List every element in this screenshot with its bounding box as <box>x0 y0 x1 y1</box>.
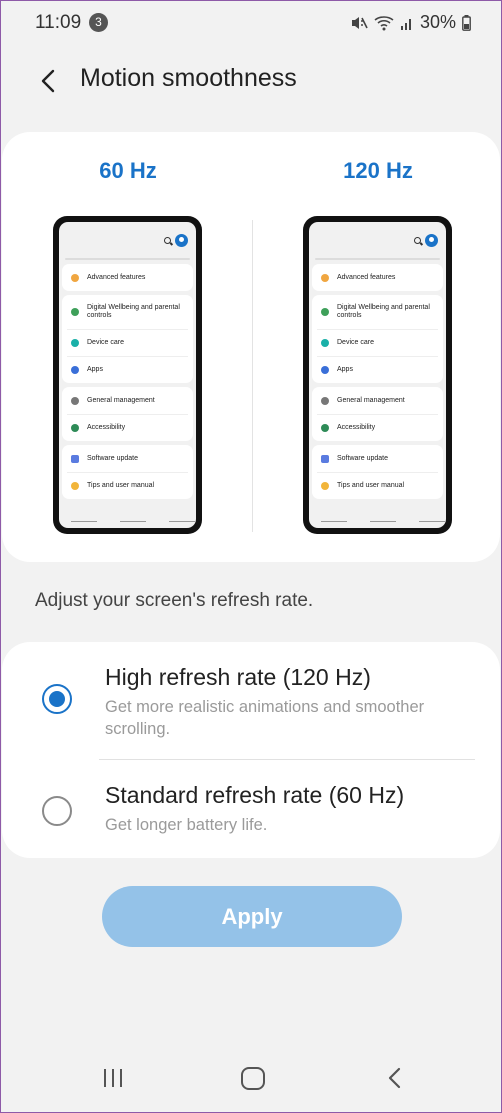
phone-item-label: Device care <box>337 339 374 346</box>
search-icon <box>414 237 421 244</box>
wellbeing-icon <box>321 308 329 316</box>
preview-label-60hz: 60 Hz <box>99 158 157 183</box>
phone-item-label: Tips and user manual <box>87 482 155 489</box>
notification-count-badge: 3 <box>89 13 108 32</box>
software-update-icon <box>71 454 79 463</box>
option-description: Get longer battery life. <box>105 816 268 834</box>
lightbulb-icon <box>71 482 79 490</box>
wifi-icon <box>374 15 394 31</box>
phone-screen: Advanced features Digital Wellbeing and … <box>59 222 196 528</box>
phone-item-label: Apps <box>337 366 353 373</box>
software-update-icon <box>321 454 329 463</box>
phone-item-label: Accessibility <box>337 424 376 431</box>
back-arrow-icon <box>41 69 55 93</box>
search-icon <box>164 237 171 244</box>
apps-icon <box>71 366 79 374</box>
navigation-bar <box>1 1051 501 1111</box>
wellbeing-icon <box>71 308 79 316</box>
avatar-icon <box>425 234 438 247</box>
sliders-icon <box>321 396 329 405</box>
home-icon[interactable] <box>241 1067 265 1090</box>
status-bar: 11:09 3 30% <box>1 1 501 45</box>
accessibility-icon <box>321 424 329 432</box>
phone-preview-120hz: Advanced features Digital Wellbeing and … <box>303 216 452 534</box>
phone-preview-60hz: Advanced features Digital Wellbeing and … <box>53 216 202 534</box>
phone-item-label: General management <box>87 396 155 404</box>
accessibility-icon <box>71 424 79 432</box>
option-description: Get more realistic animations and smooth… <box>105 698 425 738</box>
phone-item-label: General management <box>337 396 405 404</box>
status-icons: 30% <box>350 12 471 33</box>
refresh-rate-description: Adjust your screen's refresh rate. <box>35 590 314 611</box>
device-care-icon <box>321 339 329 347</box>
signal-icon <box>400 16 414 30</box>
page-title: Motion smoothness <box>80 64 297 92</box>
radio-standard-refresh-rate[interactable] <box>42 796 72 826</box>
preview-divider <box>252 220 253 532</box>
phone-item-label: Apps <box>87 366 103 373</box>
option-title: Standard refresh rate (60 Hz) <box>105 782 405 808</box>
radio-selected-dot <box>49 691 65 707</box>
lightbulb-icon <box>321 482 329 490</box>
apps-icon <box>321 366 329 374</box>
back-button[interactable] <box>29 63 65 99</box>
phone-item-label: Tips and user manual <box>337 482 405 489</box>
battery-icon <box>462 14 471 31</box>
option-high-refresh-rate[interactable]: High refresh rate (120 Hz) Get more real… <box>2 664 500 764</box>
refresh-rate-options: High refresh rate (120 Hz) Get more real… <box>2 642 500 858</box>
option-title: High refresh rate (120 Hz) <box>105 664 371 690</box>
phone-item-label: Software update <box>337 454 388 462</box>
phone-item-label: Digital Wellbeing and parental controls <box>87 304 180 319</box>
avatar-icon <box>175 234 188 247</box>
status-time: 11:09 <box>35 12 82 33</box>
phone-screen: Advanced features Digital Wellbeing and … <box>309 222 446 528</box>
radio-high-refresh-rate[interactable] <box>42 684 72 714</box>
phone-item-label: Advanced features <box>87 273 146 281</box>
device-care-icon <box>71 339 79 347</box>
option-standard-refresh-rate[interactable]: Standard refresh rate (60 Hz) Get longer… <box>2 782 500 858</box>
phone-item-label: Device care <box>87 339 124 346</box>
battery-percent: 30% <box>419 12 456 32</box>
recents-icon[interactable] <box>103 1067 125 1089</box>
phone-item-label: Advanced features <box>337 273 396 281</box>
options-divider <box>99 759 475 760</box>
phone-item-label: Digital Wellbeing and parental controls <box>337 304 430 319</box>
gear-icon <box>71 273 79 282</box>
phone-item-label: Software update <box>87 454 138 462</box>
refresh-rate-preview-card: 60 Hz 120 Hz Advanced features Digital W… <box>2 132 500 562</box>
preview-label-120hz: 120 Hz <box>343 158 413 183</box>
sliders-icon <box>71 396 79 405</box>
app-header: Motion smoothness <box>1 53 501 105</box>
phone-item-label: Accessibility <box>87 424 126 431</box>
apply-button[interactable]: Apply <box>102 886 402 947</box>
gear-icon <box>321 273 329 282</box>
mute-icon <box>350 15 368 31</box>
nav-back-icon[interactable] <box>381 1065 407 1091</box>
